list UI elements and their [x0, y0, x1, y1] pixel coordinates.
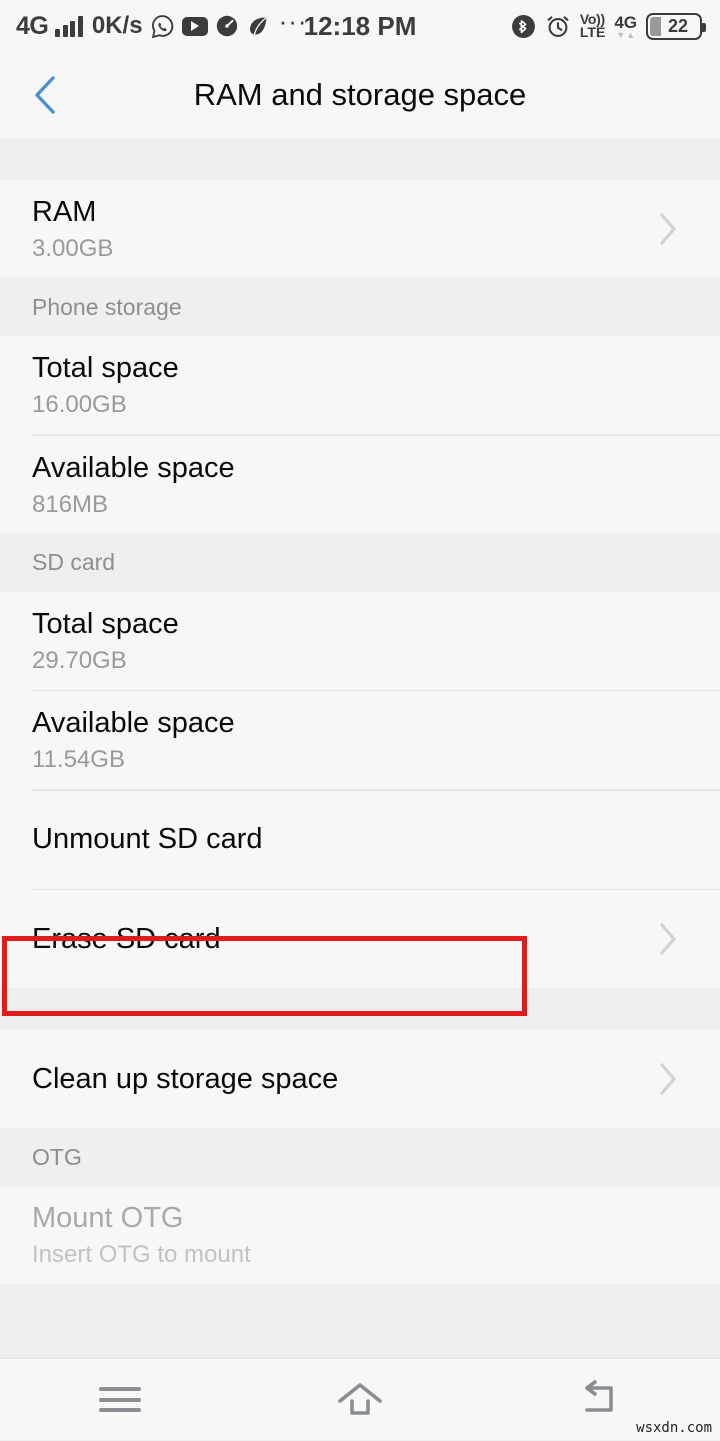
row-mount-otg: Mount OTG Insert OTG to mount — [0, 1186, 720, 1284]
row-ram-title: RAM — [32, 196, 97, 229]
data-up-arrow-icon: ▲ — [626, 29, 636, 40]
row-sd-available-space: Available space 11.54GB — [0, 691, 720, 789]
row-sd-available-space-title: Available space — [32, 707, 235, 740]
data-down-arrow-icon: ▼ — [616, 29, 626, 40]
row-phone-total-space-title: Total space — [32, 352, 179, 385]
row-unmount-sd-card[interactable]: Unmount SD card — [0, 790, 720, 889]
overflow-dots-icon: ··· — [278, 6, 308, 36]
phone-storage-section: Total space 16.00GB Available space 816M… — [0, 336, 720, 534]
status-bar-right: Vo)) LTE 4G ▼ ▲ 22 — [511, 10, 706, 40]
row-phone-available-space-value: 816MB — [32, 490, 109, 518]
section-header-otg: OTG — [0, 1128, 720, 1186]
youtube-icon — [181, 16, 208, 36]
row-sd-available-space-value: 11.54GB — [32, 746, 125, 774]
signal-bars-icon — [55, 15, 83, 37]
row-ram[interactable]: RAM 3.00GB — [0, 180, 720, 278]
speedometer-icon — [215, 14, 239, 38]
row-sd-total-space: Total space 29.70GB — [0, 591, 720, 690]
cleanup-section: Clean up storage space — [0, 1030, 720, 1128]
navigation-bar: wsxdn.com — [0, 1358, 720, 1440]
back-chevron-icon — [35, 76, 55, 114]
row-erase-sd-card[interactable]: Erase SD card — [0, 890, 720, 988]
chevron-right-icon — [660, 213, 676, 245]
page-title: RAM and storage space — [193, 77, 527, 112]
data-speed-label: 0K/s — [91, 12, 143, 39]
back-button[interactable] — [0, 52, 90, 138]
ram-section: RAM 3.00GB — [0, 180, 720, 278]
section-header-phone-storage: Phone storage — [0, 278, 720, 336]
menu-hamburger-icon — [99, 1381, 141, 1419]
status-bar: 4G 0K/s ··· 12:18 PM Vo)) LTE 4G ▼ ▲ 22 — [0, 0, 720, 52]
spacer — [0, 988, 720, 1030]
home-icon — [338, 1382, 382, 1415]
back-arrow-icon — [585, 1379, 613, 1412]
battery-percent-label: 22 — [667, 15, 689, 36]
row-mount-otg-subtitle: Insert OTG to mount — [32, 1241, 251, 1269]
nav-home-button[interactable] — [240, 1359, 480, 1441]
battery-icon: 22 — [646, 12, 706, 40]
volte-icon: Vo)) LTE — [579, 10, 606, 40]
network-type-label: 4G — [16, 11, 49, 40]
row-unmount-sd-card-title: Unmount SD card — [32, 823, 263, 856]
row-clean-up-storage-space[interactable]: Clean up storage space — [0, 1030, 720, 1128]
nav-menu-button[interactable] — [0, 1359, 240, 1441]
bluetooth-icon — [511, 14, 536, 39]
chevron-right-icon — [660, 923, 676, 955]
row-mount-otg-title: Mount OTG — [32, 1202, 184, 1235]
whatsapp-icon — [150, 14, 175, 39]
row-phone-available-space-title: Available space — [32, 451, 235, 484]
watermark: wsxdn.com — [636, 1420, 712, 1436]
row-sd-total-space-title: Total space — [32, 607, 179, 640]
row-sd-total-space-value: 29.70GB — [32, 646, 127, 674]
row-erase-sd-card-title: Erase SD card — [32, 922, 221, 955]
row-phone-available-space: Available space 816MB — [0, 435, 720, 534]
alarm-clock-icon — [545, 13, 571, 39]
chevron-right-icon — [660, 1063, 676, 1095]
sd-card-section: Total space 29.70GB Available space 11.5… — [0, 591, 720, 1016]
row-phone-total-space: Total space 16.00GB — [0, 336, 720, 434]
app-bar: RAM and storage space — [0, 52, 720, 138]
status-bar-left: 4G 0K/s ··· — [16, 6, 308, 41]
signal-4g-icon: 4G ▼ ▲ — [614, 12, 637, 40]
row-ram-value: 3.00GB — [32, 235, 114, 263]
row-phone-total-space-value: 16.00GB — [32, 391, 127, 419]
leaf-icon — [246, 14, 270, 38]
row-clean-up-storage-space-title: Clean up storage space — [32, 1062, 339, 1095]
phone-screen: 4G 0K/s ··· 12:18 PM Vo)) LTE 4G ▼ ▲ 22 … — [0, 0, 720, 1440]
otg-section: Mount OTG Insert OTG to mount — [0, 1186, 720, 1284]
section-header-sd-card: SD card — [0, 533, 720, 592]
spacer — [0, 138, 720, 180]
